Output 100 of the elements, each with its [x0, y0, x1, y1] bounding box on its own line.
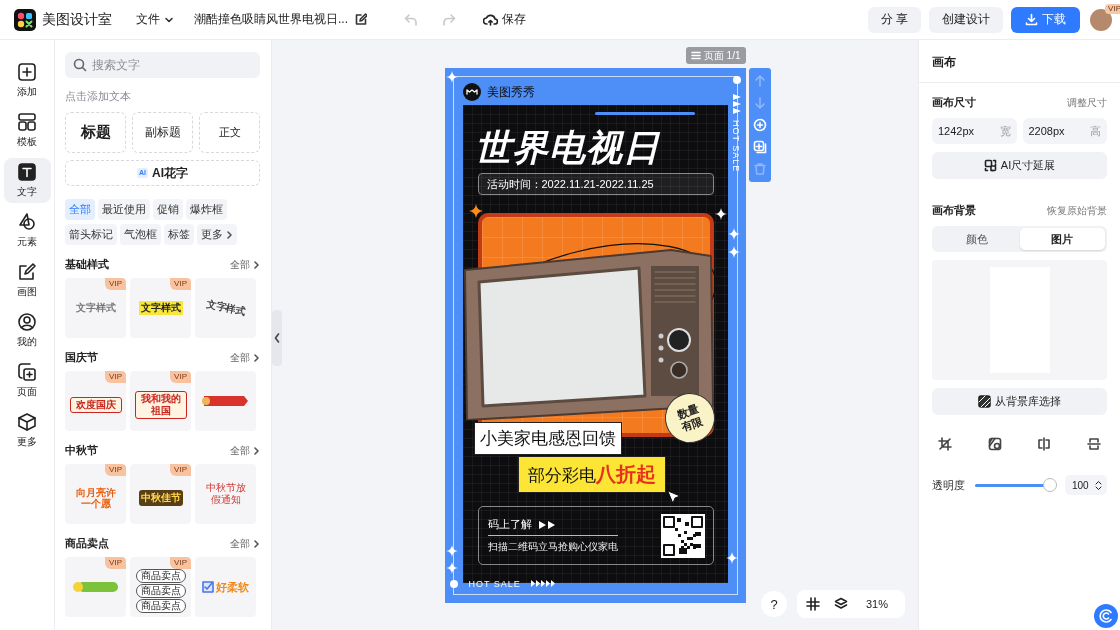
cloud-icon	[483, 13, 498, 26]
help-button[interactable]: ?	[761, 591, 787, 617]
background-library-button[interactable]: 从背景库选择	[932, 388, 1107, 415]
style-tile[interactable]: VIP 文字样式	[130, 278, 191, 338]
panel-title: 画布	[919, 40, 1120, 83]
view-all-link[interactable]: 全部	[230, 443, 260, 458]
checkbox-icon	[202, 581, 214, 593]
chevron-icon	[225, 229, 233, 240]
play-arrows-icon	[537, 520, 556, 529]
tab[interactable]: 颜色	[934, 228, 1020, 250]
height-field[interactable]: 2208px 高	[1022, 118, 1107, 144]
style-tile[interactable]: VIP 向月亮许一个愿	[65, 464, 126, 524]
sidebar-item[interactable]: 元素	[3, 208, 51, 253]
restore-background-link[interactable]: 恢复原始背景	[1047, 203, 1107, 218]
layers-icon[interactable]	[834, 597, 848, 611]
promo-text: 小美家电感恩回馈	[473, 422, 622, 455]
style-tile[interactable]: VIP 文字样式	[65, 278, 126, 338]
text-style-sample: 商品卖点	[135, 584, 186, 598]
style-tile[interactable]: VIP 我和我的祖国	[130, 371, 191, 431]
download-button[interactable]: 下载	[1011, 6, 1080, 33]
vip-badge: VIP	[170, 371, 191, 383]
style-tile[interactable]: VIP	[65, 557, 126, 617]
subtitle-preset-button[interactable]: 副标题	[132, 112, 193, 153]
vip-badge: VIP	[105, 557, 126, 569]
category-chip[interactable]: 爆炸框	[186, 199, 227, 220]
draw-icon	[17, 262, 37, 282]
unit-label: 高	[1090, 123, 1101, 139]
style-tile[interactable]	[195, 371, 256, 431]
vip-badge: VIP	[170, 464, 191, 476]
style-tile[interactable]: VIP 欢度国庆	[65, 371, 126, 431]
category-chip[interactable]: 标签	[164, 224, 194, 245]
style-tile[interactable]: 中秋节放假通知	[195, 464, 256, 524]
view-all-link[interactable]: 全部	[230, 350, 260, 365]
grid-icon[interactable]	[806, 597, 820, 611]
category-chip[interactable]: 全部	[65, 199, 95, 220]
edit-icon[interactable]	[354, 13, 367, 26]
file-menu[interactable]: 文件	[132, 9, 178, 30]
slider-thumb[interactable]	[1043, 478, 1057, 492]
sidebar-item[interactable]: 更多	[3, 408, 51, 453]
text-style-sample: 我和我的祖国	[134, 391, 187, 419]
style-tile[interactable]: VIP 中秋佳节	[130, 464, 191, 524]
category-chip[interactable]: 更多	[197, 224, 237, 245]
chevron-icon	[252, 538, 260, 549]
vip-badge: VIP	[105, 464, 126, 476]
vip-badge: VIP	[105, 278, 126, 290]
crop-icon[interactable]	[938, 437, 952, 451]
sparkle-icon	[725, 552, 738, 564]
resize-link[interactable]: 调整尺寸	[1067, 95, 1107, 110]
sparkle-icon	[714, 208, 727, 220]
chevron-icon	[252, 259, 260, 270]
view-all-link[interactable]: 全部	[230, 536, 260, 551]
sparkle-icon	[727, 228, 740, 240]
duplicate-icon[interactable]	[752, 140, 767, 154]
category-chip[interactable]: 促销	[153, 199, 183, 220]
style-tile[interactable]: VIP 商品卖点 商品卖点 商品卖点	[130, 557, 191, 617]
ai-extend-button[interactable]: AI尺寸延展	[932, 152, 1107, 179]
document-title[interactable]: 潮酷撞色吸睛风世界电视日...	[194, 11, 348, 28]
opacity-field[interactable]: 100	[1065, 475, 1107, 495]
body-preset-button[interactable]: 正文	[199, 112, 260, 153]
zoom-level[interactable]: 31%	[866, 598, 889, 610]
share-button[interactable]: 分 享	[867, 6, 921, 33]
sparkle-icon	[445, 545, 458, 557]
width-field[interactable]: 1242px 宽	[932, 118, 1017, 144]
sidebar-item[interactable]: 我的	[3, 308, 51, 353]
title-preset-button[interactable]: 标题	[65, 112, 126, 153]
image-swap-icon[interactable]	[987, 437, 1002, 451]
style-tile[interactable]: 文字样式	[195, 278, 256, 338]
category-chip[interactable]: 最近使用	[98, 199, 150, 220]
sidebar-item[interactable]: 添加	[3, 58, 51, 103]
text-style-sample: 中秋节放假通知	[204, 482, 247, 506]
category-chip[interactable]: 箭头标记	[65, 224, 117, 245]
shapes-icon	[17, 212, 37, 232]
vip-badge: VIP	[170, 278, 191, 290]
flip-horizontal-icon[interactable]	[1037, 437, 1052, 451]
save-button[interactable]: 保存	[477, 10, 532, 29]
sidebar-item[interactable]: 页面	[3, 358, 51, 403]
sidebar-item[interactable]: 画图	[3, 258, 51, 303]
tab[interactable]: 图片	[1019, 228, 1105, 250]
arrow-strip-icon	[732, 94, 741, 114]
cube-icon	[17, 412, 37, 432]
vertical-tag: HOT SALE	[730, 120, 741, 173]
dot-icon	[732, 76, 741, 84]
brand-logo-icon	[462, 83, 481, 101]
app-name: 美图设计室	[42, 10, 112, 29]
category-chip[interactable]: 气泡框	[120, 224, 161, 245]
section-title: 中秋节	[65, 443, 98, 458]
sidebar-item[interactable]: 文字	[3, 158, 51, 203]
sidebar-item[interactable]: 模板	[3, 108, 51, 153]
search-field[interactable]: 搜索文字	[65, 52, 260, 78]
add-icon[interactable]	[752, 118, 767, 132]
chevron-icon	[252, 352, 260, 363]
flip-vertical-icon[interactable]	[1086, 437, 1101, 451]
opacity-slider[interactable]	[975, 477, 1055, 493]
extend-icon	[983, 159, 997, 172]
chevron-icon	[252, 445, 260, 456]
section-title: 国庆节	[65, 350, 98, 365]
view-all-link[interactable]: 全部	[230, 257, 260, 272]
create-design-button[interactable]: 创建设计	[929, 6, 1003, 33]
collapse-handle[interactable]	[272, 310, 282, 366]
assistant-icon[interactable]	[1094, 604, 1118, 628]
